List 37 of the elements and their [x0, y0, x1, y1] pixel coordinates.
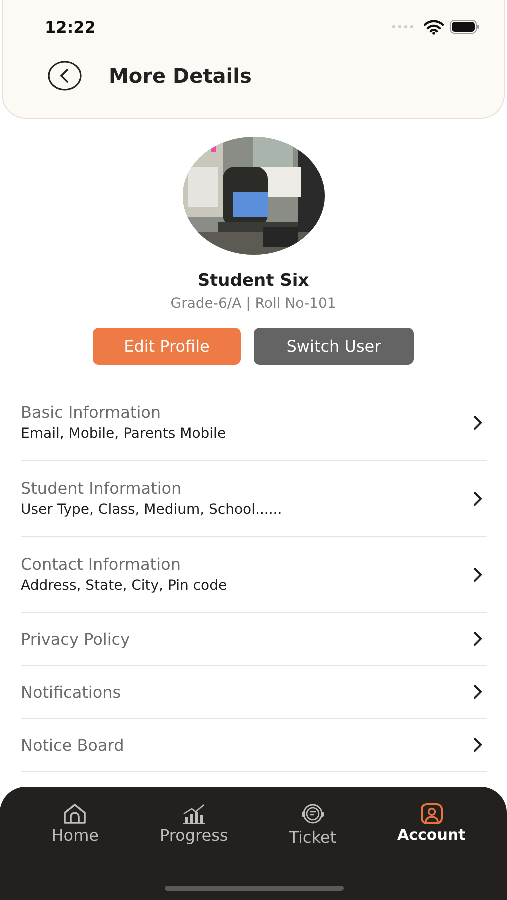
menu-item[interactable]: Student Information User Type, Class, Medium, School......	[21, 461, 487, 537]
menu-item-subtitle: Address, State, City, Pin code	[21, 578, 228, 594]
menu-item-title: Basic Information	[21, 403, 162, 422]
menu-item[interactable]: Contact Information Address, State, City, Pin code	[21, 537, 487, 613]
bar-chart-icon	[181, 803, 208, 825]
chevron-right-icon	[473, 684, 483, 700]
chevron-right-icon	[473, 414, 483, 430]
tab[interactable]: Account	[372, 803, 491, 847]
menu-item-subtitle: Email, Mobile, Parents Mobile	[21, 426, 226, 442]
menu-item-title: Notice Board	[21, 736, 124, 754]
chevron-right-icon	[473, 566, 483, 582]
student-grade-roll: Grade-6/A | Roll No-101	[170, 296, 336, 312]
tab[interactable]: Home	[16, 803, 135, 847]
battery-icon	[450, 20, 480, 34]
signal-icon	[392, 25, 414, 29]
menu-item[interactable]: Notice Board	[21, 719, 487, 772]
chevron-right-icon	[473, 490, 483, 506]
house-icon	[62, 803, 88, 825]
menu-item-title: Notifications	[21, 682, 122, 702]
menu-item[interactable]: Privacy Policy	[21, 613, 487, 666]
tab[interactable]: Ticket	[254, 803, 372, 847]
switch-user-button[interactable]: Switch User	[254, 328, 414, 365]
menu-item-title: Privacy Policy	[21, 630, 130, 648]
menu-item[interactable]: Notifications	[21, 666, 487, 719]
user-icon	[420, 803, 444, 825]
chevron-right-icon	[473, 631, 483, 647]
chevron-right-icon	[473, 737, 483, 753]
tab[interactable]: Progress	[134, 803, 254, 847]
page-title: More Details	[109, 64, 252, 88]
menu-item-title: Contact Information	[21, 555, 182, 574]
student-name: Student Six	[198, 271, 310, 291]
menu-item[interactable]: Basic Information Email, Mobile, Parents Mobile	[21, 385, 487, 461]
back-button[interactable]	[48, 61, 82, 91]
menu-item-subtitle: User Type, Class, Medium, School......	[21, 502, 282, 518]
menu-item-title: Student Information	[21, 479, 183, 498]
status-time: 12:22	[45, 18, 97, 36]
wifi-icon	[424, 20, 444, 34]
